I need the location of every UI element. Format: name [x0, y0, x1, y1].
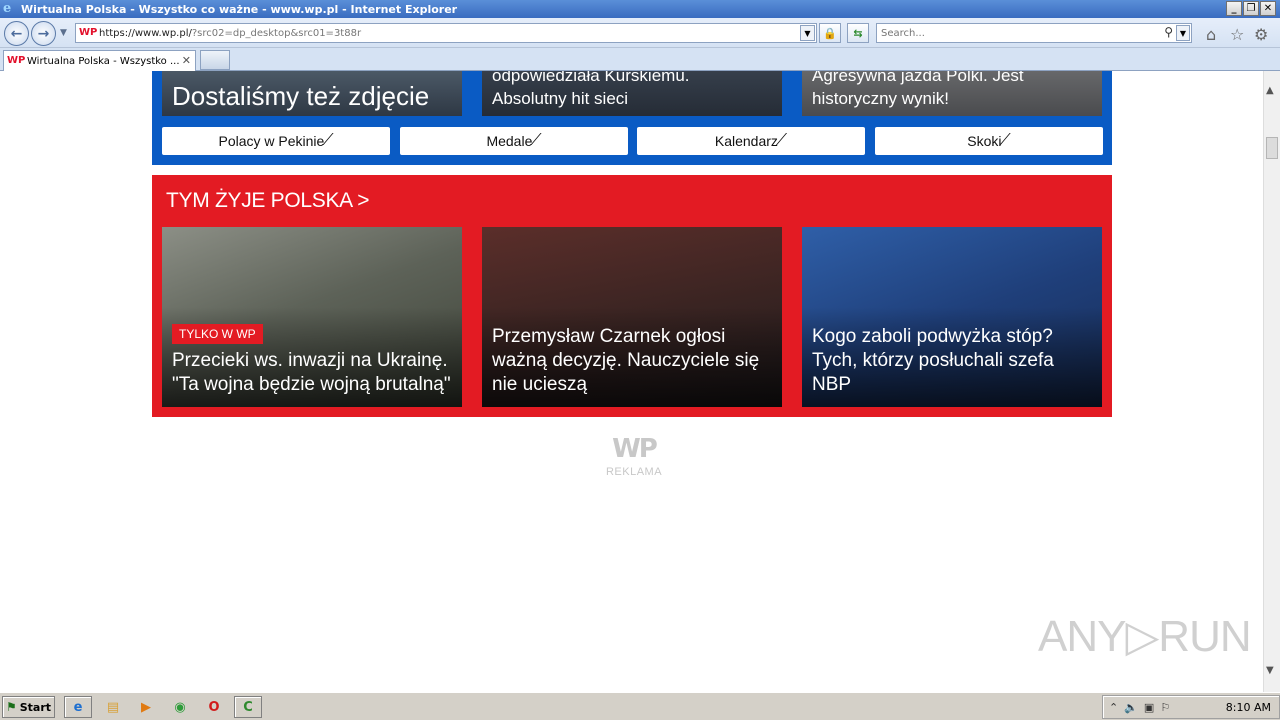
address-url-main: https://www.wp.pl/ [99, 27, 192, 39]
close-button[interactable]: ✕ [1260, 1, 1276, 16]
olympics-card[interactable]: odpowiedziała Kurskiemu. Absolutny hit s… [482, 71, 782, 116]
exclusive-badge: TYLKO W WP [172, 324, 263, 344]
window-titlebar: e Wirtualna Polska - Wszystko co ważne -… [0, 0, 1280, 18]
system-tray: ⌃ 🔈 ▣ ⚐ 8:10 AM [1102, 695, 1280, 719]
section-heading-link[interactable]: TYM ŻYJE POLSKA > [166, 189, 370, 213]
olympics-card[interactable]: Dostaliśmy też zdjęcie [162, 71, 462, 116]
new-tab-button[interactable] [200, 50, 230, 70]
quicklink-label: Polacy w Pekinie [218, 133, 325, 149]
tym-zyje-polska-section: TYM ŻYJE POLSKA > TYLKO W WP Przecieki w… [152, 175, 1112, 417]
slash-icon: ⟋ [322, 132, 334, 149]
quicklink-medale[interactable]: Medale ⟋ [400, 127, 628, 155]
network-icon[interactable]: ▣ [1144, 701, 1154, 714]
scroll-down-icon[interactable]: ▼ [1266, 665, 1274, 676]
start-label: Start [19, 700, 52, 714]
quicklink-label: Kalendarz [714, 133, 778, 149]
chrome-taskbar-icon[interactable]: ◉ [166, 696, 194, 718]
scrollbar-thumb[interactable] [1266, 137, 1278, 159]
slash-icon: ⟋ [999, 132, 1011, 149]
site-favicon-icon: WP [79, 27, 98, 38]
news-card[interactable]: Kogo zaboli podwyżka stóp? Tych, którzy … [802, 227, 1102, 407]
clock[interactable]: 8:10 AM [1226, 701, 1271, 714]
home-icon[interactable]: ⌂ [1206, 25, 1216, 44]
restore-button[interactable]: ❐ [1243, 1, 1259, 16]
ie-logo-icon: e [3, 1, 12, 16]
card-title: Przemysław Czarnek ogłosi ważną decyzję.… [492, 326, 760, 395]
quicklink-polacy-w-pekinie[interactable]: Polacy w Pekinie ⟋ [162, 127, 390, 155]
advertisement-placeholder: WP REKLAMA [594, 434, 674, 478]
wp-logo-icon: WP [612, 434, 658, 464]
minimize-button[interactable]: _ [1226, 1, 1242, 16]
anyrun-watermark: ANY▷RUN [1038, 612, 1252, 661]
olympics-card[interactable]: Agresywna jazda Polki. Jest historyczny … [802, 71, 1102, 116]
windows-flag-icon: ⚑ [5, 700, 17, 714]
card-title: Dostaliśmy też zdjęcie [172, 81, 430, 111]
start-button[interactable]: ⚑ Start [2, 696, 55, 718]
address-bar[interactable]: WP https://www.wp.pl/?src02=dp_desktop&s… [75, 23, 817, 43]
news-card[interactable]: Przemysław Czarnek ogłosi ważną decyzję.… [482, 227, 782, 407]
card-title: odpowiedziała Kurskiemu. Absolutny hit s… [492, 71, 690, 108]
search-input[interactable] [881, 27, 1151, 39]
tab-wirtualna-polska[interactable]: WP Wirtualna Polska - Wszystko ... ✕ [3, 50, 196, 71]
tab-bar: WP Wirtualna Polska - Wszystko ... ✕ [0, 48, 1280, 71]
tab-favicon-icon: WP [7, 55, 26, 66]
lock-icon[interactable]: 🔒 [819, 23, 841, 43]
tray-expand-icon[interactable]: ⌃ [1109, 701, 1118, 714]
vertical-scrollbar[interactable]: ▲ ▼ [1263, 71, 1280, 692]
address-url[interactable]: https://www.wp.pl/?src02=dp_desktop&src0… [99, 28, 361, 39]
slash-icon: ⟋ [530, 132, 542, 149]
folder-taskbar-icon[interactable]: ▤ [99, 696, 127, 718]
address-dropdown-icon[interactable]: ▼ [800, 25, 815, 41]
quicklink-skoki[interactable]: Skoki ⟋ [875, 127, 1103, 155]
tab-label: Wirtualna Polska - Wszystko ... [27, 55, 180, 67]
card-title: Przecieki ws. inwazji na Ukrainę. "Ta wo… [172, 350, 451, 395]
volume-icon[interactable]: 🔈 [1124, 701, 1138, 714]
tab-close-icon[interactable]: ✕ [182, 54, 191, 67]
action-center-flag-icon[interactable]: ⚐ [1160, 701, 1170, 714]
refresh-icon[interactable]: ⇆ [847, 23, 869, 43]
navigation-bar: ← → ▼ WP https://www.wp.pl/?src02=dp_des… [0, 18, 1280, 48]
window-title: Wirtualna Polska - Wszystko co ważne - w… [21, 2, 458, 16]
internet-explorer-taskbar-icon[interactable]: e [64, 696, 92, 718]
quicklink-kalendarz[interactable]: Kalendarz ⟋ [637, 127, 865, 155]
taskbar: ⚑ Start e ▤ ▶ ◉ O C ⌃ 🔈 ▣ ⚐ 8:10 AM [0, 692, 1280, 720]
search-icon[interactable]: ⚲ [1164, 25, 1173, 39]
address-url-query: ?src02=dp_desktop&src01=3t88r [191, 27, 362, 39]
olympics-section: Dostaliśmy też zdjęcie odpowiedziała Kur… [152, 71, 1112, 165]
media-player-taskbar-icon[interactable]: ▶ [132, 696, 160, 718]
news-card[interactable]: TYLKO W WP Przecieki ws. inwazji na Ukra… [162, 227, 462, 407]
gear-icon[interactable]: ⚙ [1254, 25, 1268, 44]
slash-icon: ⟋ [775, 132, 788, 149]
back-arrow-icon: ← [10, 25, 23, 42]
favorites-star-icon[interactable]: ☆ [1230, 25, 1244, 44]
scroll-up-icon[interactable]: ▲ [1266, 85, 1274, 96]
search-dropdown-icon[interactable]: ▼ [1176, 25, 1190, 41]
opera-taskbar-icon[interactable]: O [200, 696, 228, 718]
quicklink-label: Skoki [967, 133, 1002, 149]
page-viewport: Dostaliśmy też zdjęcie odpowiedziała Kur… [0, 71, 1263, 692]
history-dropdown-icon[interactable]: ▼ [60, 28, 67, 38]
forward-arrow-icon: → [37, 25, 50, 42]
card-title: Agresywna jazda Polki. Jest historyczny … [812, 71, 1024, 108]
back-button[interactable]: ← [4, 21, 29, 46]
ad-label: REKLAMA [605, 466, 663, 478]
ccleaner-taskbar-icon[interactable]: C [234, 696, 262, 718]
card-title: Kogo zaboli podwyżka stóp? Tych, którzy … [812, 326, 1054, 395]
search-box[interactable]: ⚲ ▼ [876, 23, 1192, 43]
forward-button[interactable]: → [31, 21, 56, 46]
quicklink-label: Medale [486, 133, 533, 149]
